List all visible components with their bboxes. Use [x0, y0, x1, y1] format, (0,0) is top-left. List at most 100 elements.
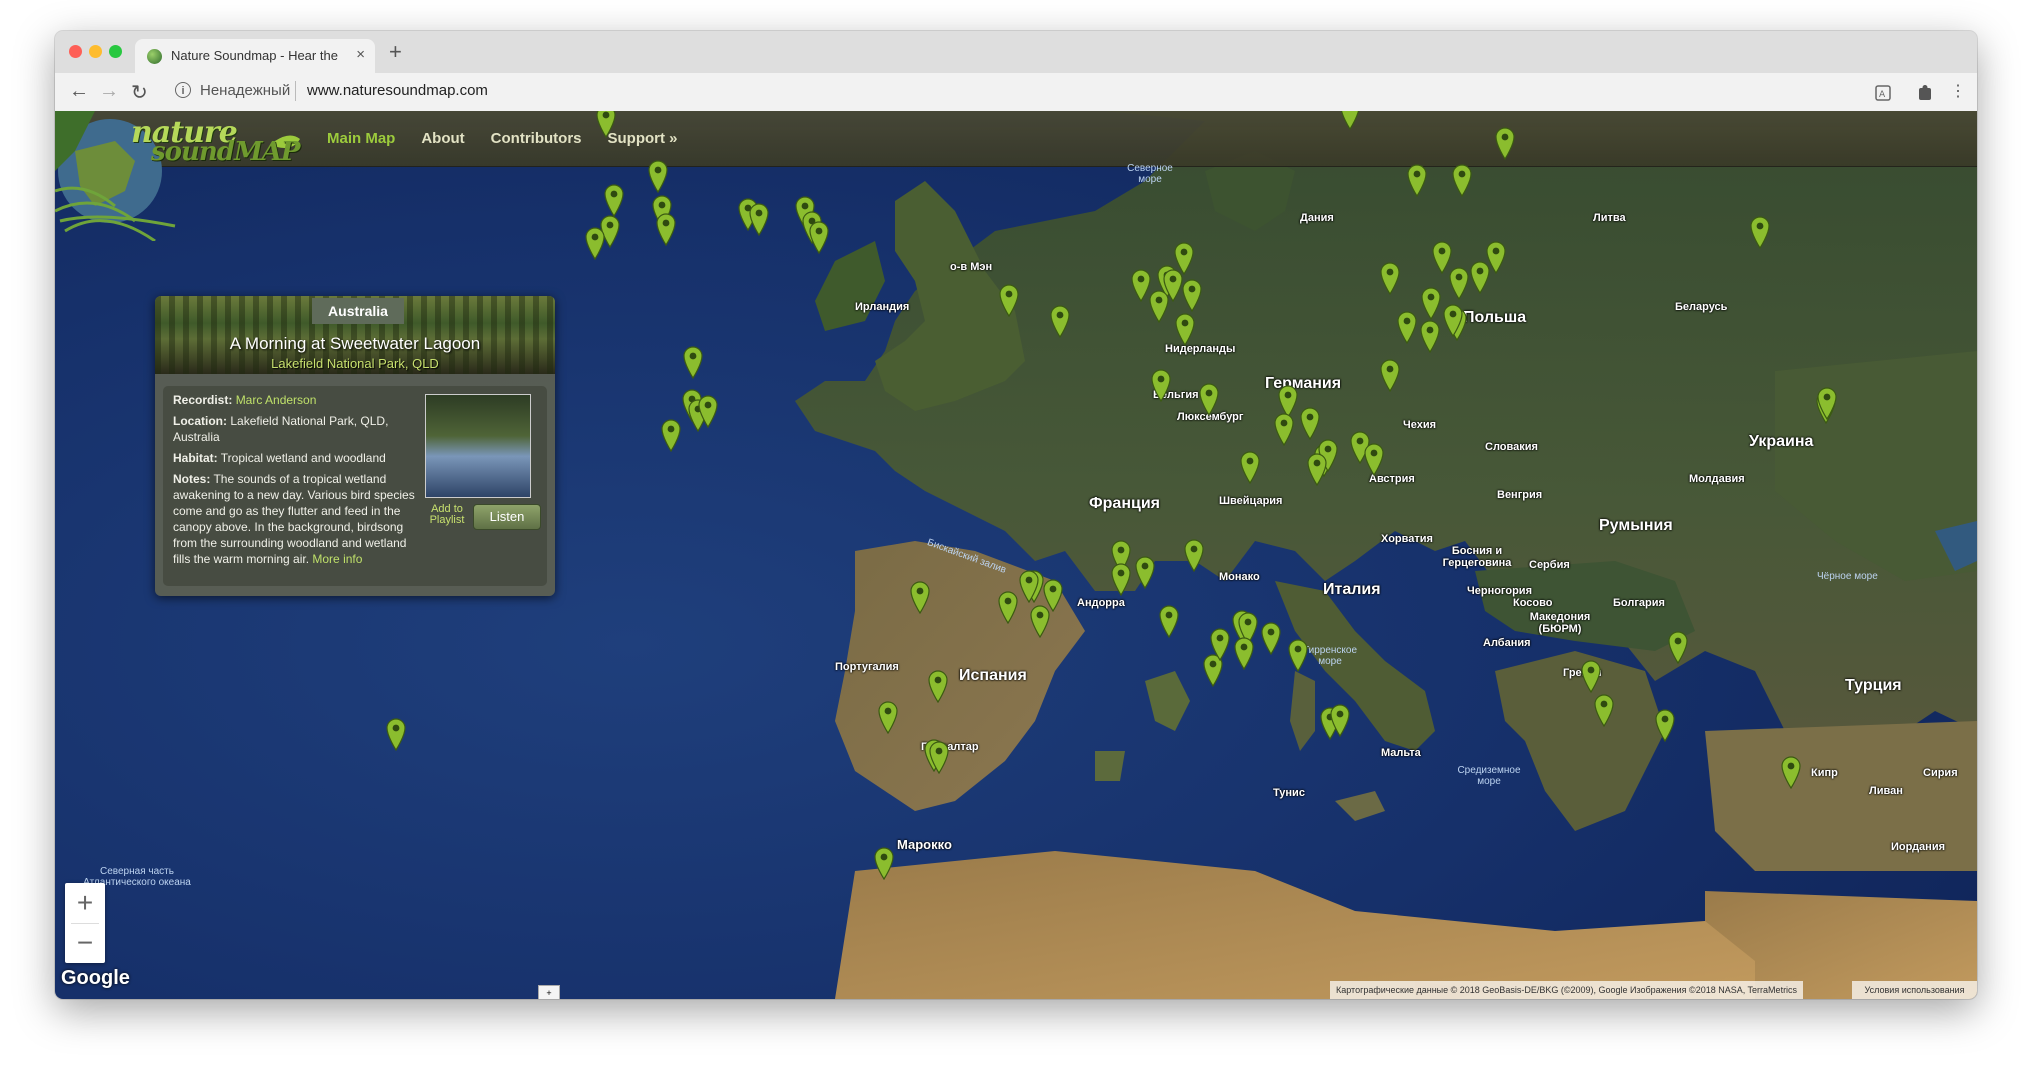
sound-marker-pin-icon[interactable] — [928, 740, 950, 774]
sound-marker-pin-icon[interactable] — [1198, 382, 1220, 416]
sound-marker-pin-icon[interactable] — [927, 669, 949, 703]
map-label: Албания — [1483, 637, 1531, 649]
sound-marker-pin-icon[interactable] — [1442, 303, 1464, 337]
sound-marker-pin-icon[interactable] — [997, 590, 1019, 624]
sound-marker-pin-icon[interactable] — [1239, 450, 1261, 484]
sound-marker-pin-icon[interactable] — [1420, 286, 1442, 320]
nav-about[interactable]: About — [421, 130, 464, 147]
menu-icon[interactable]: ⋮ — [1950, 81, 1966, 101]
sound-marker-pin-icon[interactable] — [1049, 304, 1071, 338]
scroll-handle[interactable]: + — [538, 985, 560, 999]
sound-marker-pin-icon[interactable] — [1816, 386, 1838, 420]
zoom-out-button[interactable]: − — [65, 923, 105, 963]
sound-marker-pin-icon[interactable] — [1209, 627, 1231, 661]
location-label: Location: — [173, 414, 227, 428]
back-arrow-icon[interactable]: ← — [69, 80, 89, 103]
sound-marker-pin-icon[interactable] — [1451, 163, 1473, 197]
new-tab-button[interactable]: + — [389, 39, 402, 65]
sound-marker-pin-icon[interactable] — [1396, 310, 1418, 344]
close-window-button[interactable] — [69, 45, 82, 58]
nav-main-map[interactable]: Main Map — [327, 130, 395, 147]
sound-marker-pin-icon[interactable] — [1174, 312, 1196, 346]
sound-marker-pin-icon[interactable] — [1181, 278, 1203, 312]
sound-marker-pin-icon[interactable] — [584, 226, 606, 260]
sound-marker-pin-icon[interactable] — [909, 580, 931, 614]
recording-title: A Morning at Sweetwater Lagoon — [229, 334, 481, 353]
sound-marker-pin-icon[interactable] — [1379, 358, 1401, 392]
sound-marker-pin-icon[interactable] — [1233, 636, 1255, 670]
nav-support[interactable]: Support » — [608, 130, 678, 147]
country-tab: Australia — [312, 298, 404, 324]
sound-marker-pin-icon[interactable] — [1273, 412, 1295, 446]
sound-marker-pin-icon[interactable] — [1134, 555, 1156, 589]
sound-marker-pin-icon[interactable] — [1110, 562, 1132, 596]
sound-marker-pin-icon[interactable] — [1260, 621, 1282, 655]
sound-marker-pin-icon[interactable] — [595, 111, 617, 138]
terms-link[interactable]: Условия использования — [1852, 981, 1977, 999]
sound-marker-pin-icon[interactable] — [808, 220, 830, 254]
sound-marker-pin-icon[interactable] — [1654, 708, 1676, 742]
sound-marker-pin-icon[interactable] — [748, 202, 770, 236]
recording-thumbnail[interactable] — [425, 394, 531, 498]
address-bar[interactable]: www.naturesoundmap.com — [307, 82, 488, 99]
add-to-playlist-link[interactable]: Add to Playlist — [425, 504, 469, 526]
recordist-link[interactable]: Marc Anderson — [236, 393, 317, 407]
sound-marker-pin-icon[interactable] — [682, 345, 704, 379]
minimize-window-button[interactable] — [89, 45, 102, 58]
map-label: Хорватия — [1381, 533, 1433, 545]
info-icon[interactable]: i — [175, 82, 191, 98]
sound-marker-pin-icon[interactable] — [1299, 406, 1321, 440]
habitat-value: Tropical wetland and woodland — [220, 451, 386, 465]
browser-tab[interactable]: Nature Soundmap - Hear the w × — [135, 39, 375, 73]
sound-marker-pin-icon[interactable] — [1485, 240, 1507, 274]
sound-marker-pin-icon[interactable] — [998, 283, 1020, 317]
sound-marker-pin-icon[interactable] — [1448, 266, 1470, 300]
forward-arrow-icon[interactable]: → — [99, 80, 119, 103]
more-info-link[interactable]: More info — [312, 552, 362, 566]
sound-marker-pin-icon[interactable] — [660, 418, 682, 452]
map-label: Турция — [1845, 677, 1902, 694]
listen-button[interactable]: Listen — [473, 504, 541, 530]
sound-marker-pin-icon[interactable] — [385, 717, 407, 751]
sound-marker-pin-icon[interactable] — [1148, 289, 1170, 323]
sound-marker-pin-icon[interactable] — [1780, 755, 1802, 789]
sound-marker-pin-icon[interactable] — [647, 159, 669, 193]
sound-marker-pin-icon[interactable] — [1029, 604, 1051, 638]
sound-marker-pin-icon[interactable] — [873, 846, 895, 880]
zoom-in-button[interactable]: + — [65, 883, 105, 923]
reload-icon[interactable]: ↻ — [131, 80, 148, 105]
sound-marker-pin-icon[interactable] — [1667, 630, 1689, 664]
sound-marker-pin-icon[interactable] — [1150, 368, 1172, 402]
sound-marker-pin-icon[interactable] — [1593, 693, 1615, 727]
tab-title: Nature Soundmap - Hear the w — [171, 48, 341, 63]
site-logo[interactable]: nature soundMAP — [55, 111, 305, 241]
sound-marker-pin-icon[interactable] — [1018, 569, 1040, 603]
sound-marker-pin-icon[interactable] — [1329, 703, 1351, 737]
sound-marker-pin-icon[interactable] — [1749, 215, 1771, 249]
google-logo[interactable]: Google — [61, 967, 130, 990]
sound-marker-pin-icon[interactable] — [1406, 163, 1428, 197]
sound-marker-pin-icon[interactable] — [1419, 319, 1441, 353]
sound-marker-pin-icon[interactable] — [1158, 604, 1180, 638]
sound-marker-pin-icon[interactable] — [603, 183, 625, 217]
sound-marker-pin-icon[interactable] — [697, 394, 719, 428]
sound-marker-pin-icon[interactable] — [1339, 111, 1361, 130]
sound-marker-pin-icon[interactable] — [877, 700, 899, 734]
map-label: Молдавия — [1689, 473, 1745, 485]
sound-marker-pin-icon[interactable] — [1580, 659, 1602, 693]
tab-close-icon[interactable]: × — [356, 46, 365, 63]
security-status[interactable]: Ненадежный — [200, 82, 290, 99]
sound-marker-pin-icon[interactable] — [1306, 452, 1328, 486]
sound-marker-pin-icon[interactable] — [1363, 442, 1385, 476]
sound-marker-pin-icon[interactable] — [1183, 538, 1205, 572]
site-favicon-icon — [147, 49, 162, 64]
sound-marker-pin-icon[interactable] — [1287, 638, 1309, 672]
sound-marker-pin-icon[interactable] — [1494, 126, 1516, 160]
zoom-window-button[interactable] — [109, 45, 122, 58]
sound-marker-pin-icon[interactable] — [655, 212, 677, 246]
habitat-label: Habitat: — [173, 451, 218, 465]
nav-contributors[interactable]: Contributors — [491, 130, 582, 147]
extension-icon[interactable] — [1917, 84, 1933, 102]
sound-marker-pin-icon[interactable] — [1379, 261, 1401, 295]
translate-icon[interactable]: A — [1875, 85, 1891, 101]
